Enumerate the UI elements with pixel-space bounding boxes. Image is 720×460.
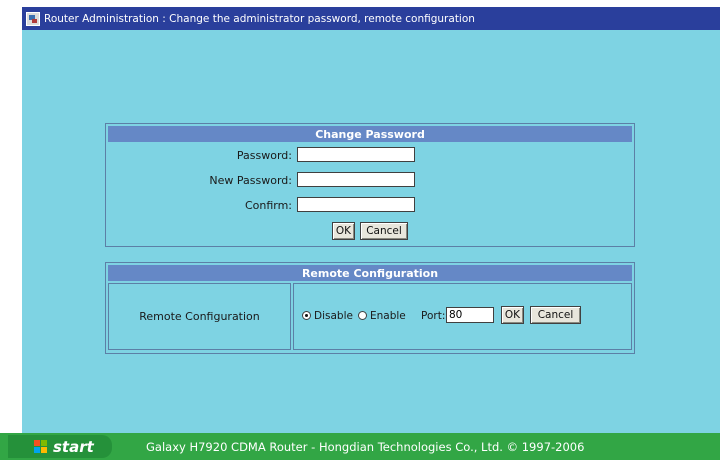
new-password-row: New Password: — [106, 172, 634, 192]
password-label: Password: — [236, 149, 292, 162]
remote-config-label-cell: Remote Configuration — [108, 283, 291, 350]
disable-label: Disable — [314, 310, 353, 322]
port-input[interactable] — [446, 307, 494, 323]
password-row: Password: — [106, 147, 634, 167]
password-ok-button[interactable]: OK — [332, 222, 355, 240]
start-button[interactable]: start — [8, 435, 112, 458]
start-label: start — [53, 437, 94, 456]
new-password-label: New Password: — [209, 174, 292, 187]
confirm-row: Confirm: — [106, 197, 634, 217]
confirm-field[interactable] — [297, 197, 415, 212]
remote-cancel-button[interactable]: Cancel — [530, 306, 581, 324]
enable-radio[interactable] — [358, 311, 367, 320]
title-bar: Router Administration : Change the admin… — [22, 7, 720, 30]
remote-ok-button[interactable]: OK — [501, 306, 524, 324]
remote-config-panel: Remote Configuration Remote Configuratio… — [105, 262, 635, 354]
password-cancel-button[interactable]: Cancel — [360, 222, 408, 240]
remote-config-controls-cell: Disable Enable Port: OK Cancel — [293, 283, 632, 350]
confirm-label: Confirm: — [244, 199, 292, 212]
disable-radio[interactable] — [302, 311, 311, 320]
router-admin-window: Router Administration : Change the admin… — [22, 7, 720, 433]
new-password-field[interactable] — [297, 172, 415, 187]
password-field[interactable] — [297, 147, 415, 162]
window-title: Router Administration : Change the admin… — [44, 12, 475, 25]
taskbar: start Galaxy H7920 CDMA Router - Hongdia… — [0, 433, 720, 460]
change-password-panel: Change Password Password: New Password: … — [105, 123, 635, 247]
port-label: Port: — [421, 310, 446, 322]
taskbar-caption: Galaxy H7920 CDMA Router - Hongdian Tech… — [146, 440, 585, 454]
windows-flag-icon — [34, 439, 48, 454]
enable-label: Enable — [370, 310, 406, 322]
change-password-header: Change Password — [108, 126, 632, 142]
remote-config-header: Remote Configuration — [108, 265, 632, 281]
remote-config-label: Remote Configuration — [139, 310, 260, 323]
router-app-icon — [26, 11, 40, 26]
